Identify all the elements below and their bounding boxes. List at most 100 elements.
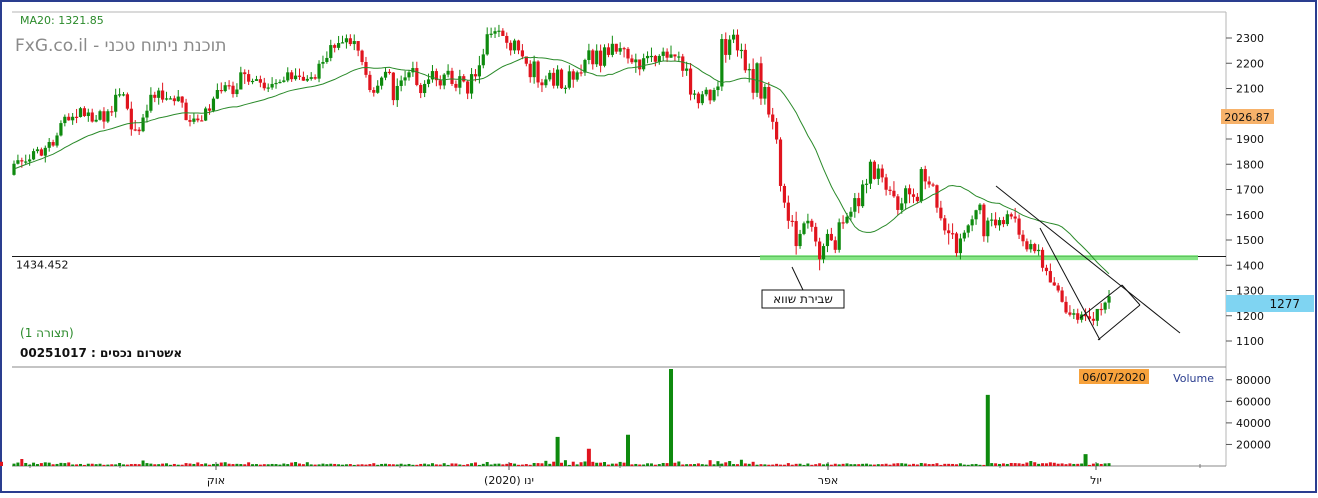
candle-body xyxy=(614,43,618,52)
candle-body xyxy=(12,163,16,175)
candle-body xyxy=(1103,302,1107,310)
volume-bar xyxy=(442,463,446,466)
volume-bar xyxy=(1072,463,1076,466)
volume-bar xyxy=(829,464,833,466)
volume-tick-label: 80000 xyxy=(1236,374,1271,387)
candle-body xyxy=(20,160,24,162)
volume-bar xyxy=(677,461,681,466)
price-tick-label: 2200 xyxy=(1236,57,1264,70)
candle-body xyxy=(638,59,642,70)
candle-body xyxy=(509,42,513,51)
volume-bar xyxy=(892,463,896,466)
volume-bar xyxy=(258,464,262,466)
volume-bar xyxy=(712,464,716,466)
volume-bar xyxy=(779,464,783,466)
candle-body xyxy=(274,82,278,85)
volume-bar xyxy=(176,464,180,466)
candle-body xyxy=(888,189,892,191)
stock-chart[interactable]: 1100120013001400150016001700180019002000… xyxy=(0,0,1318,494)
volume-bar xyxy=(724,462,728,466)
volume-bar xyxy=(395,464,399,466)
volume-bar xyxy=(1033,462,1037,466)
candle-body xyxy=(681,56,685,71)
candle-body xyxy=(935,185,939,208)
volume-bar xyxy=(211,463,215,466)
candle-body xyxy=(481,54,485,66)
candle-body xyxy=(1068,312,1072,315)
candle-body xyxy=(313,77,317,79)
time-tick-label: ינו (2020) xyxy=(484,474,534,487)
ma20-legend: MA20: 1321.85 xyxy=(20,14,104,27)
candle-body xyxy=(853,198,857,212)
price-tick-label: 2100 xyxy=(1236,83,1264,96)
candle-body xyxy=(1001,220,1006,225)
candle-body xyxy=(548,72,552,80)
volume-bar xyxy=(923,463,927,466)
volume-bar xyxy=(122,464,126,466)
candle-body xyxy=(794,221,798,247)
volume-bar xyxy=(513,463,517,466)
candle-body xyxy=(751,69,755,93)
volume-bar xyxy=(861,463,865,466)
volume-bar xyxy=(438,464,442,466)
volume-bar xyxy=(618,461,622,466)
volume-bar xyxy=(321,463,325,466)
volume-bar xyxy=(610,463,614,466)
candle-body xyxy=(258,79,262,83)
volume-bar xyxy=(223,462,227,466)
candle-body xyxy=(399,80,403,86)
volume-bar xyxy=(833,463,837,466)
volume-bar xyxy=(149,463,153,466)
volume-bar xyxy=(880,464,884,466)
volume-bar xyxy=(1060,463,1064,466)
volume-bar xyxy=(348,464,352,466)
candle-body xyxy=(473,74,478,77)
volume-bar xyxy=(67,462,71,466)
candle-body xyxy=(71,116,75,121)
volume-tick-label: 60000 xyxy=(1236,395,1271,408)
candle-body xyxy=(645,55,650,59)
volume-bar xyxy=(888,464,892,466)
candle-body xyxy=(516,40,521,51)
candle-body xyxy=(845,216,849,223)
candle-body xyxy=(665,51,669,58)
volume-bar xyxy=(857,464,861,466)
instrument-label: אשטרום נכסים : 00251017 xyxy=(20,346,182,360)
candle-body xyxy=(915,196,919,202)
candle-body xyxy=(880,168,884,178)
volume-bar xyxy=(133,463,137,466)
candle-body xyxy=(176,96,180,102)
volume-bar xyxy=(931,463,935,466)
volume-bar xyxy=(78,463,82,466)
volume-bar xyxy=(368,464,372,466)
volume-bar xyxy=(200,464,204,466)
support-band[interactable] xyxy=(760,255,1198,261)
volume-bar xyxy=(806,463,810,466)
candle-body xyxy=(419,84,423,94)
volume-bar xyxy=(168,464,172,466)
volume-bar xyxy=(137,464,141,466)
volume-bar xyxy=(297,463,301,466)
candle-body xyxy=(16,160,20,164)
candle-body xyxy=(161,90,165,100)
candle-body xyxy=(986,220,990,237)
volume-spike-bar xyxy=(555,436,560,466)
candle-body xyxy=(1064,301,1068,313)
candle-body xyxy=(321,61,325,64)
volume-bar xyxy=(528,464,532,466)
volume-bar xyxy=(1017,463,1021,466)
volume-bar xyxy=(544,460,548,466)
volume-bar xyxy=(110,464,114,466)
candle-body xyxy=(387,71,392,74)
candle-body xyxy=(293,75,298,80)
candle-body xyxy=(704,89,708,95)
candle-body xyxy=(368,74,372,91)
volume-bar xyxy=(161,463,165,466)
candle-body xyxy=(556,69,560,86)
candle-body xyxy=(962,232,966,239)
volume-spike-bar xyxy=(669,369,674,466)
candle-body xyxy=(51,142,55,146)
candle-body xyxy=(540,82,544,86)
volume-spike-bar xyxy=(586,448,591,466)
volume-bar xyxy=(423,463,427,466)
